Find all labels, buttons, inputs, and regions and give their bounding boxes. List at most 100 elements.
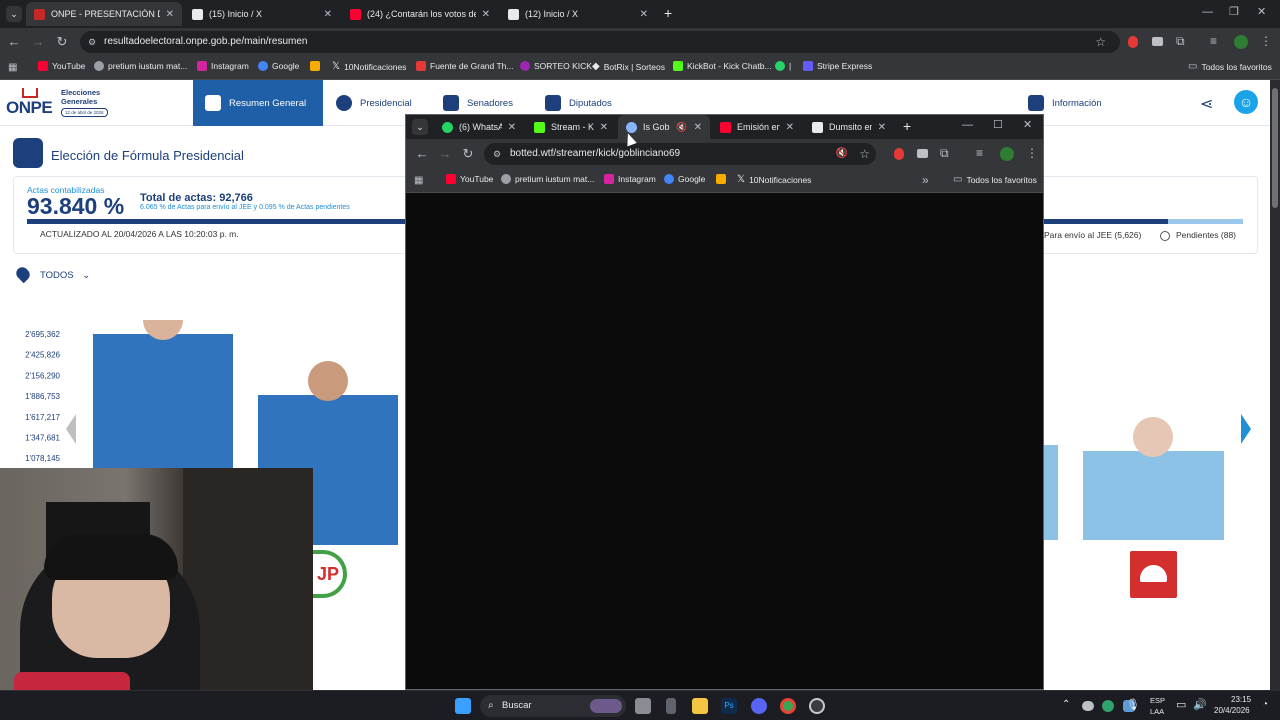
chart-next-arrow[interactable] — [1241, 414, 1251, 444]
close-tab-icon[interactable]: ✕ — [166, 9, 174, 20]
extension-card-icon[interactable] — [1152, 37, 1163, 46]
bar-candidate-right[interactable] — [1083, 451, 1224, 540]
volume-icon[interactable]: 🔊 — [1193, 698, 1207, 711]
tab-search-button[interactable]: ⌄ — [412, 119, 428, 135]
url-field[interactable]: ⚙ resultadoelectoral.onpe.gob.pe/main/re… — [80, 31, 1120, 53]
browser-menu-icon[interactable]: ⋮ — [1260, 34, 1272, 48]
scrollbar-thumb[interactable] — [1272, 88, 1278, 208]
bookmark-pinwheel[interactable] — [310, 61, 320, 71]
tab-youtube-emision[interactable]: Emisión en d✕ — [712, 115, 802, 139]
extension-red-icon[interactable] — [1128, 36, 1138, 48]
clock-date[interactable]: 20/4/2026 — [1214, 706, 1250, 715]
taskbar-search[interactable]: ⌕ Buscar — [480, 695, 626, 717]
file-explorer-icon[interactable] — [692, 698, 708, 714]
bookmark-10notificaciones[interactable]: 𝕏 10Notificaciones — [737, 174, 811, 185]
minimize-button[interactable]: — — [962, 119, 973, 131]
close-tab-icon[interactable]: ✕ — [600, 122, 608, 133]
stream-viewer-area[interactable] — [406, 194, 1043, 689]
network-icon[interactable]: ▭ — [1176, 698, 1186, 711]
photoshop-icon[interactable]: Ps — [721, 698, 737, 714]
profile-avatar[interactable] — [1000, 147, 1014, 161]
bookmark-10notificaciones[interactable]: 𝕏 10Notificaciones — [332, 61, 406, 72]
apps-grid-icon[interactable]: ▦ — [8, 62, 17, 73]
close-tab-icon[interactable]: ✕ — [324, 9, 332, 20]
chart-prev-arrow[interactable] — [66, 414, 76, 444]
filter-dropdown[interactable]: TODOS ⌄ — [40, 270, 90, 281]
bookmark-botrix[interactable]: ◆ BotRix | Sorteos — [592, 61, 665, 72]
tab-x-dumsito[interactable]: Dumsito en ✕ — [804, 115, 894, 139]
app-icon[interactable] — [666, 698, 676, 714]
chrome-icon[interactable] — [780, 698, 796, 714]
tab-kick-stream[interactable]: Stream - Kick✕ — [526, 115, 616, 139]
all-favorites-folder[interactable]: ▭ Todos los favoritos — [1188, 61, 1272, 72]
apps-grid-icon[interactable]: ▦ — [414, 175, 423, 186]
bookmark-instagram[interactable]: Instagram — [604, 174, 656, 184]
media-control-icon[interactable]: ≡ — [976, 146, 983, 160]
bookmark-kickbot[interactable]: KickBot - Kick Chatb... — [673, 61, 772, 71]
maximize-button[interactable]: ☐ — [993, 118, 1003, 131]
bookmark-instagram[interactable]: Instagram — [197, 61, 249, 71]
tab-onpe[interactable]: ONPE - PRESENTACIÓN DE RES ✕ — [26, 2, 182, 26]
close-tab-icon[interactable]: ✕ — [694, 122, 702, 133]
tray-cloud-icon[interactable] — [1082, 701, 1094, 711]
bookmarks-overflow-icon[interactable]: » — [922, 173, 929, 187]
restore-button[interactable]: ❐ — [1229, 5, 1239, 18]
tray-edge-icon[interactable] — [1102, 700, 1114, 712]
bar-candidate-partial[interactable] — [1044, 445, 1058, 540]
nav-resumen-general[interactable]: Resumen General — [193, 80, 323, 126]
forward-icon[interactable]: → — [437, 146, 453, 162]
tab-x-inicio[interactable]: (15) Inicio / X ✕ — [184, 2, 340, 26]
extensions-puzzle-icon[interactable]: ⧉ — [1176, 34, 1185, 49]
page-scrollbar[interactable] — [1270, 80, 1280, 690]
bookmark-star-icon[interactable]: ☆ — [1095, 31, 1106, 53]
close-window-button[interactable]: ✕ — [1257, 5, 1266, 18]
media-control-icon[interactable]: ≡ — [1210, 34, 1217, 48]
microphone-icon[interactable]: 🎙 — [1126, 698, 1140, 711]
bookmark-pretium[interactable]: pretium iustum mat... — [501, 174, 594, 184]
windows-start-icon[interactable] — [455, 698, 471, 714]
bookmark-star-icon[interactable]: ☆ — [859, 143, 870, 165]
site-info-icon[interactable]: ⚙ — [493, 143, 501, 165]
bookmark-youtube[interactable]: YouTube — [446, 174, 493, 184]
clock-time[interactable]: 23:15 — [1231, 695, 1251, 704]
discord-icon[interactable] — [751, 698, 767, 714]
all-favorites-folder[interactable]: ▭ Todos los favoritos — [953, 174, 1037, 185]
extension-card-icon[interactable] — [917, 149, 928, 158]
close-tab-icon[interactable]: ✕ — [878, 122, 886, 133]
site-info-icon[interactable]: ⚙ — [88, 31, 96, 53]
keyboard-layout[interactable]: LAA — [1150, 707, 1164, 716]
bookmark-sorteo-kick[interactable]: SORTEO KICK — [520, 61, 592, 71]
tab-search-button[interactable]: ⌄ — [6, 6, 22, 22]
close-tab-icon[interactable]: ✕ — [786, 122, 794, 133]
tab-x-inicio-2[interactable]: (12) Inicio / X ✕ — [500, 2, 656, 26]
bookmark-google[interactable]: Google — [664, 174, 705, 184]
nav-presidencial[interactable]: Presidencial — [336, 80, 412, 126]
close-tab-icon[interactable]: ✕ — [640, 9, 648, 20]
muted-icon[interactable]: 🔇 — [676, 122, 687, 133]
tray-chevron-up-icon[interactable]: ⌃ — [1062, 699, 1070, 710]
bookmark-grand-theft[interactable]: Fuente de Grand Th... — [416, 61, 513, 71]
back-icon[interactable]: ← — [414, 146, 430, 162]
tab-whatsapp[interactable]: (6) WhatsApp✕ — [434, 115, 524, 139]
minimize-button[interactable]: — — [1202, 6, 1213, 18]
extensions-puzzle-icon[interactable]: ⧉ — [940, 146, 949, 161]
back-icon[interactable]: ← — [6, 34, 22, 50]
bookmark-pretium[interactable]: pretium iustum mat... — [94, 61, 187, 71]
url-field[interactable]: ⚙ botted.wtf/streamer/kick/goblinciano69… — [484, 143, 876, 165]
reload-icon[interactable]: ↻ — [54, 34, 70, 50]
accessibility-icon[interactable]: ☺ — [1234, 90, 1258, 114]
extension-red-icon[interactable] — [894, 148, 904, 160]
bookmark-google[interactable]: Google — [258, 61, 299, 71]
share-icon[interactable]: ⋖ — [1200, 94, 1213, 114]
task-view-icon[interactable] — [635, 698, 651, 714]
forward-icon[interactable]: → — [30, 34, 46, 50]
obs-icon[interactable] — [809, 698, 825, 714]
mute-site-icon[interactable]: 🔇 — [836, 143, 848, 165]
close-window-button[interactable]: ✕ — [1023, 118, 1032, 131]
language-indicator[interactable]: ESP — [1150, 696, 1165, 705]
onpe-logo[interactable]: ONPE Elecciones Generales 12 de abril de… — [6, 86, 116, 120]
browser-menu-icon[interactable]: ⋮ — [1026, 146, 1038, 160]
reload-icon[interactable]: ↻ — [460, 146, 476, 162]
new-tab-button[interactable]: + — [664, 5, 672, 21]
profile-avatar[interactable] — [1234, 35, 1248, 49]
